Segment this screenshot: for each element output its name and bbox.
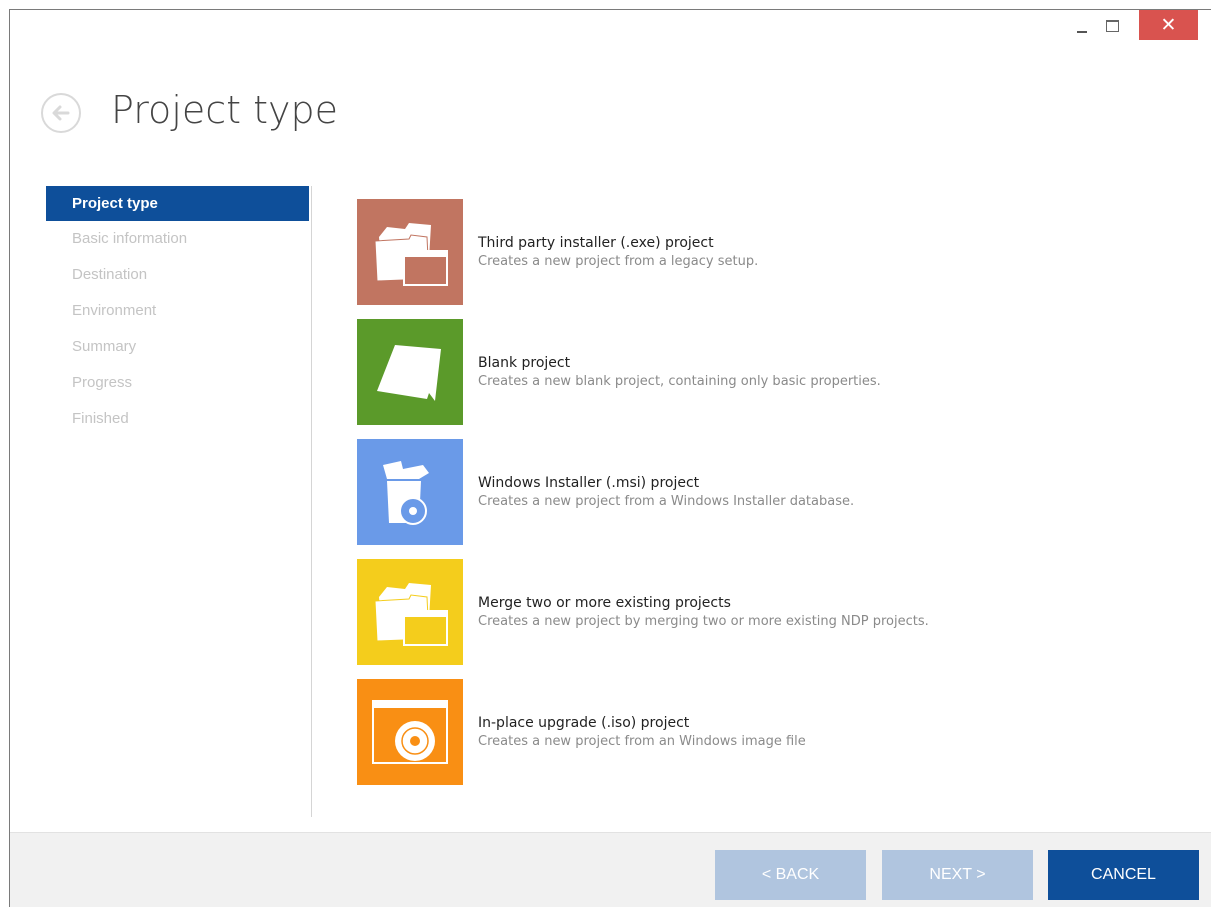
- option-title: Merge two or more existing projects: [478, 595, 731, 611]
- step-project-type[interactable]: Project type: [46, 186, 309, 221]
- step-finished: Finished: [72, 410, 129, 427]
- back-arrow-icon[interactable]: [41, 93, 81, 133]
- back-button[interactable]: < BACK: [715, 850, 866, 900]
- step-summary: Summary: [72, 338, 137, 355]
- cancel-button[interactable]: CANCEL: [1048, 850, 1199, 900]
- option-windows-installer[interactable]: Windows Installer (.msi) project Creates…: [357, 439, 1157, 545]
- step-environment: Environment: [72, 302, 157, 319]
- option-title: Third party installer (.exe) project: [478, 235, 714, 251]
- option-description: Creates a new blank project, containing …: [478, 374, 881, 389]
- wizard-window: ✕ Project type Project type Basic inform…: [9, 9, 1211, 907]
- step-basic-information: Basic information: [72, 230, 188, 247]
- option-merge-projects[interactable]: Merge two or more existing projects Crea…: [357, 559, 1157, 665]
- option-description: Creates a new project from an Windows im…: [478, 734, 806, 749]
- wizard-steps: Project type Basic information Destinati…: [46, 186, 309, 437]
- option-description: Creates a new project from a Windows Ins…: [478, 494, 855, 509]
- option-title: Blank project: [478, 355, 571, 371]
- option-description: Creates a new project from a legacy setu…: [478, 254, 759, 269]
- step-destination: Destination: [72, 266, 148, 283]
- close-icon[interactable]: ✕: [1139, 10, 1198, 40]
- blank-page-icon: [357, 319, 463, 425]
- option-title: In-place upgrade (.iso) project: [478, 715, 690, 731]
- footer-bar: < BACK NEXT > CANCEL: [10, 832, 1211, 907]
- next-button[interactable]: NEXT >: [882, 850, 1033, 900]
- option-description: Creates a new project by merging two or …: [478, 614, 929, 629]
- option-third-party-installer[interactable]: Third party installer (.exe) project Cre…: [357, 199, 1157, 305]
- maximize-icon[interactable]: [1097, 10, 1127, 42]
- option-blank-project[interactable]: Blank project Creates a new blank projec…: [357, 319, 1157, 425]
- step-progress: Progress: [72, 374, 133, 391]
- option-inplace-upgrade[interactable]: In-place upgrade (.iso) project Creates …: [357, 679, 1157, 785]
- merge-folders-icon: [357, 559, 463, 665]
- caption-buttons: ✕: [1067, 10, 1198, 42]
- disc-window-icon: [357, 679, 463, 785]
- minimize-icon[interactable]: [1067, 10, 1097, 42]
- project-type-options: Third party installer (.exe) project Cre…: [357, 199, 1157, 799]
- sidebar-divider: [311, 186, 312, 817]
- installer-box-icon: [357, 439, 463, 545]
- folder-window-icon: [357, 199, 463, 305]
- page-title: Project type: [111, 88, 338, 132]
- option-title: Windows Installer (.msi) project: [478, 475, 700, 491]
